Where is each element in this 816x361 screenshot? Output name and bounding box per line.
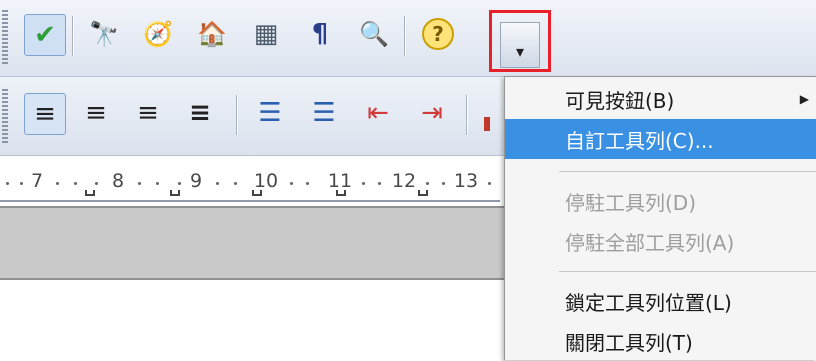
ruler-number: 8: [111, 170, 125, 192]
numbering-icon: ☰: [258, 98, 282, 128]
align-left-icon: ≡: [34, 99, 56, 129]
standard-toolbar: ✔ 🔭 🧭 🏠 ▦ ¶ 🔍 ? ▾: [0, 0, 816, 77]
menu-item-label: 關閉工具列(T): [565, 330, 693, 355]
ruler-dot: [56, 182, 59, 185]
menu-item-close-toolbar[interactable]: 關閉工具列(T): [505, 321, 816, 361]
help-icon: ?: [422, 18, 454, 50]
ruler-dot: [362, 182, 365, 185]
data-sources-button[interactable]: ▦: [246, 14, 286, 54]
zoom-button[interactable]: 🔍: [354, 14, 394, 54]
align-left-button[interactable]: ≡: [24, 93, 66, 135]
toolbar-separator: [236, 95, 237, 135]
submenu-arrow-icon: ▶: [799, 92, 809, 106]
tab-stop-marker[interactable]: [85, 190, 95, 196]
spellcheck-button[interactable]: ✔: [24, 14, 66, 56]
menu-separator: [559, 271, 816, 272]
menu-item-label: 停駐工具列(D): [565, 190, 697, 215]
formatting-marks-button[interactable]: ¶: [300, 14, 340, 54]
menu-item-label: 鎖定工具列位置(L): [565, 290, 732, 315]
horizontal-ruler[interactable]: 7 8 9 10 11 12 13: [0, 156, 500, 208]
menu-item-label: 停駐全部工具列(A): [565, 230, 735, 255]
ruler-baseline: [0, 200, 500, 202]
justify-icon: ≡: [189, 98, 211, 128]
spellcheck-icon: ✔: [34, 20, 56, 50]
ruler-dot: [138, 182, 141, 185]
toolbar-separator: [466, 95, 467, 135]
ruler-number: 13: [453, 170, 479, 192]
toolbar-grip[interactable]: [2, 10, 8, 64]
ruler-dot: [216, 182, 219, 185]
ruler-dot: [74, 182, 77, 185]
toolbar-separator: [72, 16, 73, 56]
numbering-button[interactable]: ☰: [250, 93, 290, 133]
menu-item-visible-buttons[interactable]: 可見按鈕(B) ▶: [505, 79, 816, 119]
align-center-button[interactable]: ≡: [76, 93, 116, 133]
menu-item-dock-all-toolbars: 停駐全部工具列(A): [505, 221, 816, 261]
menu-item-dock-toolbar: 停駐工具列(D): [505, 181, 816, 221]
menu-separator: [559, 171, 816, 172]
increase-indent-button[interactable]: ⇥: [412, 93, 452, 133]
toolbar-options-menu: 可見按鈕(B) ▶ 自訂工具列(C)... 停駐工具列(D) 停駐全部工具列(A…: [504, 76, 816, 360]
menu-item-lock-toolbar-position[interactable]: 鎖定工具列位置(L): [505, 281, 816, 321]
ruler-dot: [306, 182, 309, 185]
ruler-number: 7: [30, 170, 44, 192]
navigator-button[interactable]: 🧭: [138, 14, 178, 54]
menu-item-customize-toolbar[interactable]: 自訂工具列(C)...: [505, 119, 816, 159]
gallery-icon: 🏠: [197, 20, 227, 48]
toolbar-grip[interactable]: [2, 89, 8, 143]
ruler-dot: [442, 182, 445, 185]
menu-item-label: 可見按鈕(B): [565, 88, 675, 113]
ruler-dot: [95, 182, 98, 185]
ruler-number: 11: [327, 170, 353, 192]
document-area-background: [0, 206, 520, 280]
zoom-icon: 🔍: [359, 20, 389, 48]
ruler-dot: [426, 182, 429, 185]
ruler-dot: [20, 182, 23, 185]
callout-highlight: [489, 10, 551, 72]
increase-indent-icon: ⇥: [421, 98, 443, 128]
ruler-number: 12: [391, 170, 417, 192]
toolbar-separator: [404, 16, 405, 56]
ruler-dot: [156, 182, 159, 185]
ruler-dot: [378, 182, 381, 185]
ruler-dot: [290, 182, 293, 185]
help-button[interactable]: ?: [418, 14, 458, 54]
bullets-icon: ☰: [312, 98, 336, 128]
menu-item-label: 自訂工具列(C)...: [565, 128, 714, 153]
justify-button[interactable]: ≡: [180, 93, 220, 133]
align-center-icon: ≡: [85, 98, 107, 128]
ruler-dot: [234, 182, 237, 185]
ruler-number: 10: [253, 170, 279, 192]
tab-stop-marker[interactable]: [418, 190, 428, 196]
bullets-button[interactable]: ☰: [304, 93, 344, 133]
decrease-indent-button[interactable]: ⇤: [358, 93, 398, 133]
ruler-dot: [488, 182, 491, 185]
align-right-icon: ≡: [137, 98, 159, 128]
ruler-dot: [178, 182, 181, 185]
find-replace-button[interactable]: 🔭: [84, 14, 124, 54]
tab-stop-marker[interactable]: [170, 190, 180, 196]
navigator-compass-icon: 🧭: [143, 20, 173, 48]
align-right-button[interactable]: ≡: [128, 93, 168, 133]
ruler-number: 9: [189, 170, 203, 192]
formatting-marks-icon: ¶: [311, 19, 329, 49]
font-color-icon[interactable]: [484, 117, 490, 131]
gallery-button[interactable]: 🏠: [192, 14, 232, 54]
decrease-indent-icon: ⇤: [367, 98, 389, 128]
ruler-dot: [6, 182, 9, 185]
find-binoculars-icon: 🔭: [89, 20, 119, 48]
data-sources-icon: ▦: [253, 19, 279, 49]
